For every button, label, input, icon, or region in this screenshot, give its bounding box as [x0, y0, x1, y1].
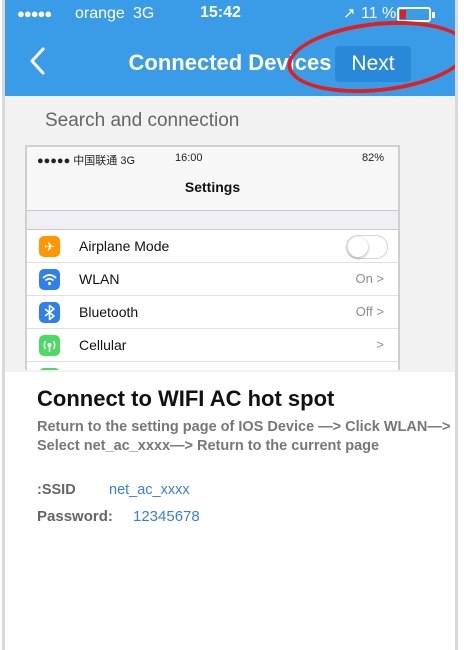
embedded-settings-screenshot: ●●●●● 中国联通 3G 16:00 82% Settings ✈ Airpl…: [25, 145, 400, 370]
network-type: 3G: [133, 5, 155, 22]
settings-row-value: On >: [355, 271, 384, 286]
ssid-label: :SSID: [37, 482, 76, 498]
battery-nub: [432, 12, 435, 18]
airplane-icon: ✈: [39, 236, 60, 257]
carrier-name: orange: [75, 5, 125, 22]
settings-row-bluetooth: Bluetooth Off >: [27, 296, 398, 329]
settings-list: ✈ Airplane Mode WLAN On > Bluetooth Off …: [27, 229, 398, 370]
embedded-carrier: ●●●●● 中国联通 3G: [37, 155, 136, 167]
settings-row-value: >: [376, 337, 384, 352]
instructions-description: Return to the setting page of IOS Device…: [37, 419, 451, 454]
section-label: Search and connection: [45, 110, 240, 131]
location-arrow-icon: ↗: [343, 5, 356, 22]
settings-row-label: Cellular: [79, 337, 127, 353]
battery-icon: [397, 7, 435, 22]
password-value: 12345678: [133, 508, 200, 525]
ssid-value: net_ac_xxxx: [109, 482, 190, 498]
embedded-status-bar: ●●●●● 中国联通 3G 16:00 82%: [27, 147, 398, 171]
status-time: 15:42: [200, 4, 241, 21]
instructions-panel: Connect to WIFI AC hot spot Return to th…: [5, 372, 455, 650]
embedded-battery: 82%: [361, 152, 384, 164]
embedded-header: ●●●●● 中国联通 3G 16:00 82% Settings: [27, 147, 398, 211]
airplane-toggle: [346, 235, 388, 259]
settings-row-label: WLAN: [79, 271, 120, 287]
battery-level-fill: [400, 10, 406, 19]
bluetooth-icon: [39, 302, 60, 323]
settings-row-cut-off: [27, 362, 398, 370]
wifi-icon: [39, 269, 60, 290]
settings-row-label: Bluetooth: [79, 304, 139, 320]
settings-row-wlan: WLAN On >: [27, 263, 398, 296]
signal-strength-icon: ●●●●●: [17, 6, 52, 21]
embedded-title: Settings: [184, 179, 241, 195]
instructions-heading: Connect to WIFI AC hot spot: [37, 386, 335, 411]
hotspot-icon: [39, 368, 60, 370]
settings-row-label: Airplane Mode: [79, 238, 170, 254]
settings-row-airplane: ✈ Airplane Mode: [27, 230, 398, 263]
phone-screen: ●●●●● orange 3G 15:42 ↗ 11 % Connected D…: [2, 0, 458, 650]
embedded-time: 16:00: [175, 152, 203, 164]
settings-row-cellular: Cellular >: [27, 329, 398, 362]
password-label: Password:: [37, 508, 113, 525]
cellular-icon: [39, 335, 60, 356]
settings-row-value: Off >: [355, 304, 384, 319]
